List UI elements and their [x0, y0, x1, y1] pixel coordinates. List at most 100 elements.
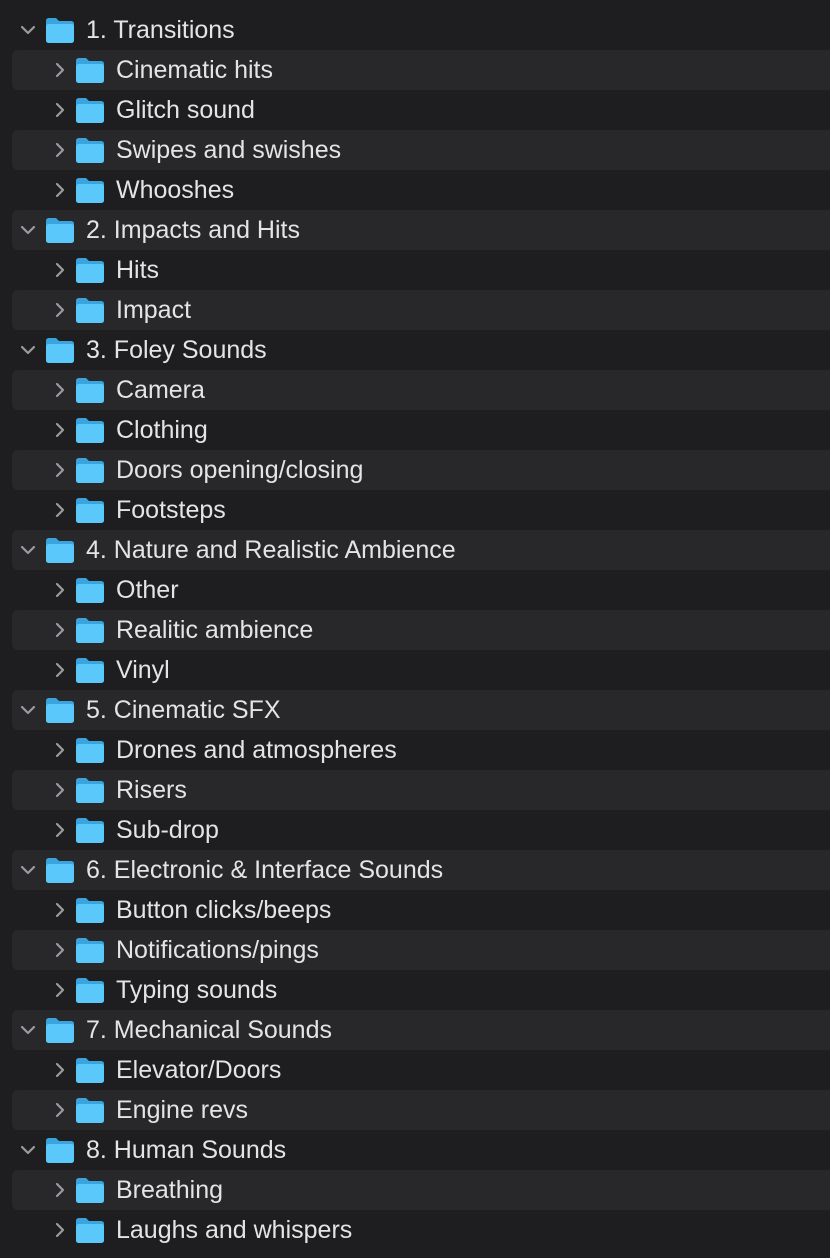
- folder-row[interactable]: Breathing: [12, 1170, 830, 1210]
- folder-icon: [75, 1176, 105, 1204]
- folder-label: Hits: [116, 256, 160, 284]
- folder-icon: [75, 576, 105, 604]
- folder-label: Footsteps: [116, 496, 226, 524]
- chevron-right-icon[interactable]: [48, 98, 72, 122]
- folder-row[interactable]: Clothing: [12, 410, 830, 450]
- folder-label: Sub-drop: [116, 816, 219, 844]
- folder-label: Notifications/pings: [116, 936, 319, 964]
- chevron-down-icon[interactable]: [16, 538, 40, 562]
- folder-row[interactable]: Cinematic hits: [12, 50, 830, 90]
- chevron-down-icon[interactable]: [16, 338, 40, 362]
- folder-icon: [75, 1056, 105, 1084]
- folder-group-row[interactable]: 2. Impacts and Hits: [12, 210, 830, 250]
- folder-label: Swipes and swishes: [116, 136, 342, 164]
- folder-label: Whooshes: [116, 176, 235, 204]
- folder-row[interactable]: Sub-drop: [12, 810, 830, 850]
- chevron-right-icon[interactable]: [48, 658, 72, 682]
- folder-row[interactable]: Other: [12, 570, 830, 610]
- folder-group-row[interactable]: 8. Human Sounds: [12, 1130, 830, 1170]
- folder-icon: [75, 656, 105, 684]
- folder-label: Other: [116, 576, 179, 604]
- chevron-right-icon[interactable]: [48, 978, 72, 1002]
- folder-label: 6. Electronic & Interface Sounds: [86, 856, 444, 884]
- folder-icon: [45, 696, 75, 724]
- folder-label: Engine revs: [116, 1096, 249, 1124]
- folder-label: Elevator/Doors: [116, 1056, 282, 1084]
- folder-row[interactable]: Typing sounds: [12, 970, 830, 1010]
- folder-icon: [75, 496, 105, 524]
- chevron-right-icon[interactable]: [48, 258, 72, 282]
- folder-row[interactable]: Vinyl: [12, 650, 830, 690]
- folder-row[interactable]: Button clicks/beeps: [12, 890, 830, 930]
- folder-icon: [45, 536, 75, 564]
- folder-label: Clothing: [116, 416, 208, 444]
- folder-row[interactable]: Notifications/pings: [12, 930, 830, 970]
- folder-icon: [75, 96, 105, 124]
- folder-label: 5. Cinematic SFX: [86, 696, 281, 724]
- chevron-right-icon[interactable]: [48, 418, 72, 442]
- chevron-right-icon[interactable]: [48, 58, 72, 82]
- chevron-right-icon[interactable]: [48, 138, 72, 162]
- folder-row[interactable]: Whooshes: [12, 170, 830, 210]
- chevron-right-icon[interactable]: [48, 578, 72, 602]
- folder-label: 8. Human Sounds: [86, 1136, 287, 1164]
- chevron-right-icon[interactable]: [48, 178, 72, 202]
- folder-row[interactable]: Hits: [12, 250, 830, 290]
- chevron-right-icon[interactable]: [48, 1058, 72, 1082]
- chevron-right-icon[interactable]: [48, 778, 72, 802]
- folder-icon: [75, 376, 105, 404]
- chevron-right-icon[interactable]: [48, 1178, 72, 1202]
- chevron-right-icon[interactable]: [48, 1098, 72, 1122]
- folder-label: 7. Mechanical Sounds: [86, 1016, 332, 1044]
- folder-row[interactable]: Swipes and swishes: [12, 130, 830, 170]
- folder-label: Typing sounds: [116, 976, 278, 1004]
- chevron-down-icon[interactable]: [16, 698, 40, 722]
- folder-icon: [45, 216, 75, 244]
- folder-label: Risers: [116, 776, 187, 804]
- chevron-right-icon[interactable]: [48, 738, 72, 762]
- chevron-down-icon[interactable]: [16, 858, 40, 882]
- chevron-right-icon[interactable]: [48, 618, 72, 642]
- folder-label: Glitch sound: [116, 96, 255, 124]
- chevron-right-icon[interactable]: [48, 298, 72, 322]
- folder-group-row[interactable]: 3. Foley Sounds: [12, 330, 830, 370]
- folder-row[interactable]: Footsteps: [12, 490, 830, 530]
- folder-group-row[interactable]: 4. Nature and Realistic Ambience: [12, 530, 830, 570]
- folder-row[interactable]: Impact: [12, 290, 830, 330]
- folder-row[interactable]: Doors opening/closing: [12, 450, 830, 490]
- folder-row[interactable]: Camera: [12, 370, 830, 410]
- folder-row[interactable]: Glitch sound: [12, 90, 830, 130]
- chevron-down-icon[interactable]: [16, 218, 40, 242]
- chevron-down-icon[interactable]: [16, 1018, 40, 1042]
- folder-icon: [75, 1216, 105, 1244]
- chevron-down-icon[interactable]: [16, 1138, 40, 1162]
- folder-label: 3. Foley Sounds: [86, 336, 267, 364]
- chevron-right-icon[interactable]: [48, 818, 72, 842]
- folder-icon: [75, 256, 105, 284]
- chevron-down-icon[interactable]: [16, 18, 40, 42]
- chevron-right-icon[interactable]: [48, 1218, 72, 1242]
- chevron-right-icon[interactable]: [48, 378, 72, 402]
- folder-group-row[interactable]: 6. Electronic & Interface Sounds: [12, 850, 830, 890]
- folder-row[interactable]: Elevator/Doors: [12, 1050, 830, 1090]
- folder-label: 2. Impacts and Hits: [86, 216, 300, 244]
- folder-row[interactable]: Drones and atmospheres: [12, 730, 830, 770]
- folder-icon: [75, 776, 105, 804]
- folder-icon: [75, 1096, 105, 1124]
- folder-group-row[interactable]: 5. Cinematic SFX: [12, 690, 830, 730]
- folder-icon: [45, 1016, 75, 1044]
- chevron-right-icon[interactable]: [48, 898, 72, 922]
- folder-group-row[interactable]: 7. Mechanical Sounds: [12, 1010, 830, 1050]
- folder-row[interactable]: Engine revs: [12, 1090, 830, 1130]
- folder-label: 4. Nature and Realistic Ambience: [86, 536, 456, 564]
- folder-group-row[interactable]: 1. Transitions: [12, 10, 830, 50]
- folder-icon: [75, 56, 105, 84]
- folder-row[interactable]: Laughs and whispers: [12, 1210, 830, 1250]
- folder-row[interactable]: Realitic ambience: [12, 610, 830, 650]
- chevron-right-icon[interactable]: [48, 498, 72, 522]
- folder-icon: [75, 816, 105, 844]
- folder-icon: [45, 856, 75, 884]
- folder-row[interactable]: Risers: [12, 770, 830, 810]
- chevron-right-icon[interactable]: [48, 458, 72, 482]
- chevron-right-icon[interactable]: [48, 938, 72, 962]
